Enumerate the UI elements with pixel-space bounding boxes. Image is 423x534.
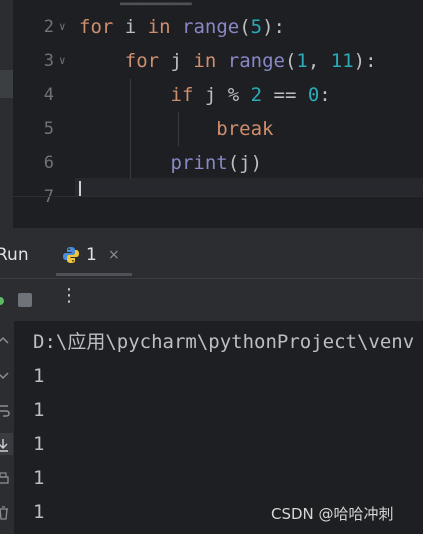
code-token: ): (262, 16, 285, 38)
trash-icon[interactable] (0, 505, 14, 525)
line-number: 5 (43, 119, 54, 139)
console-output-line: 1 (33, 467, 45, 489)
panel-splitter[interactable] (0, 228, 423, 238)
code-token: if (170, 84, 194, 106)
console-output-line: 1 (33, 399, 45, 421)
code-token: == (262, 84, 308, 106)
code-token: 2 (250, 84, 263, 106)
line-number: 2 (43, 17, 54, 37)
rerun-icon[interactable] (0, 297, 4, 305)
console-output-line: 1 (33, 501, 45, 523)
code-token: 1 (296, 50, 308, 72)
fold-chevron-icon[interactable]: ∨ (59, 44, 66, 78)
up-arrow-icon[interactable] (0, 335, 14, 353)
code-token: 0 (307, 84, 320, 106)
line-number: 6 (43, 153, 54, 173)
code-text: if j % 2 == 0: (79, 78, 331, 112)
code-token: ): (353, 50, 377, 72)
close-icon[interactable]: × (108, 238, 120, 272)
run-title: Run (0, 245, 29, 265)
code-token: 11 (330, 50, 354, 72)
code-line: 7 (0, 180, 423, 214)
line-number: 7 (43, 187, 54, 207)
code-token: for (79, 16, 114, 38)
more-options-icon[interactable]: ⋮ (60, 285, 78, 306)
console-path-line: D:\应用\pycharm\pythonProject\venv (33, 331, 415, 353)
run-tab[interactable]: 1 × (56, 238, 132, 278)
soft-wrap-icon[interactable] (0, 403, 14, 423)
line-number: 4 (43, 85, 54, 105)
code-token: , (307, 50, 331, 72)
code-line: 4 if j % 2 == 0: (0, 78, 423, 112)
code-token: ( (284, 50, 297, 72)
code-token: print (170, 152, 228, 174)
scroll-to-end-icon[interactable] (0, 437, 14, 457)
console-toolbar: ⋮ (0, 279, 423, 321)
down-arrow-icon[interactable] (0, 369, 14, 387)
code-token: ( (239, 16, 251, 38)
print-icon[interactable] (0, 471, 14, 491)
run-tab-label: 1 (86, 245, 97, 265)
line-number: 3 (43, 51, 54, 71)
active-tab-indicator (56, 273, 132, 276)
code-line: 2 ∨ for i in range(5): (0, 10, 423, 44)
code-line: 5 break (0, 112, 423, 146)
code-token: 5 (250, 16, 263, 38)
code-token: i (113, 16, 148, 38)
console-output-line: 1 (33, 433, 45, 455)
code-token: j (159, 50, 194, 72)
stop-icon[interactable] (18, 293, 32, 307)
python-icon (63, 247, 79, 263)
code-token: break (216, 118, 274, 140)
console-output-line: 1 (33, 365, 45, 387)
code-text: break (79, 112, 273, 146)
run-toolwindow-header: Run 1 × (0, 238, 423, 278)
console-side-toolbar (0, 321, 14, 534)
code-token: in (147, 16, 171, 38)
code-line: 3 ∨ for j in range(1, 11): (0, 44, 423, 78)
code-token: for (124, 50, 160, 72)
code-editor[interactable]: ▁▁▁▁▁▁▁ 2∨for i in range(5):3∨ for j in … (0, 0, 423, 228)
code-line: 6 print(j) (0, 146, 423, 180)
code-text: for i in range(5): (79, 10, 285, 44)
code-text: print(j) (79, 146, 263, 180)
code-text: for j in range(1, 11): (79, 44, 377, 78)
editor-bottom-divider (0, 196, 423, 197)
code-token: range (182, 16, 240, 38)
code-token: : (319, 84, 331, 106)
watermark-text: CSDN @哈哈冲刺 (271, 505, 394, 523)
fold-chevron-icon[interactable]: ∨ (59, 10, 66, 44)
code-token: j % (193, 84, 251, 106)
partial-comment-line: ▁▁▁▁▁▁▁ (120, 0, 192, 6)
code-token: (j) (227, 152, 263, 174)
code-token: range (227, 50, 285, 72)
code-token: in (193, 50, 217, 72)
